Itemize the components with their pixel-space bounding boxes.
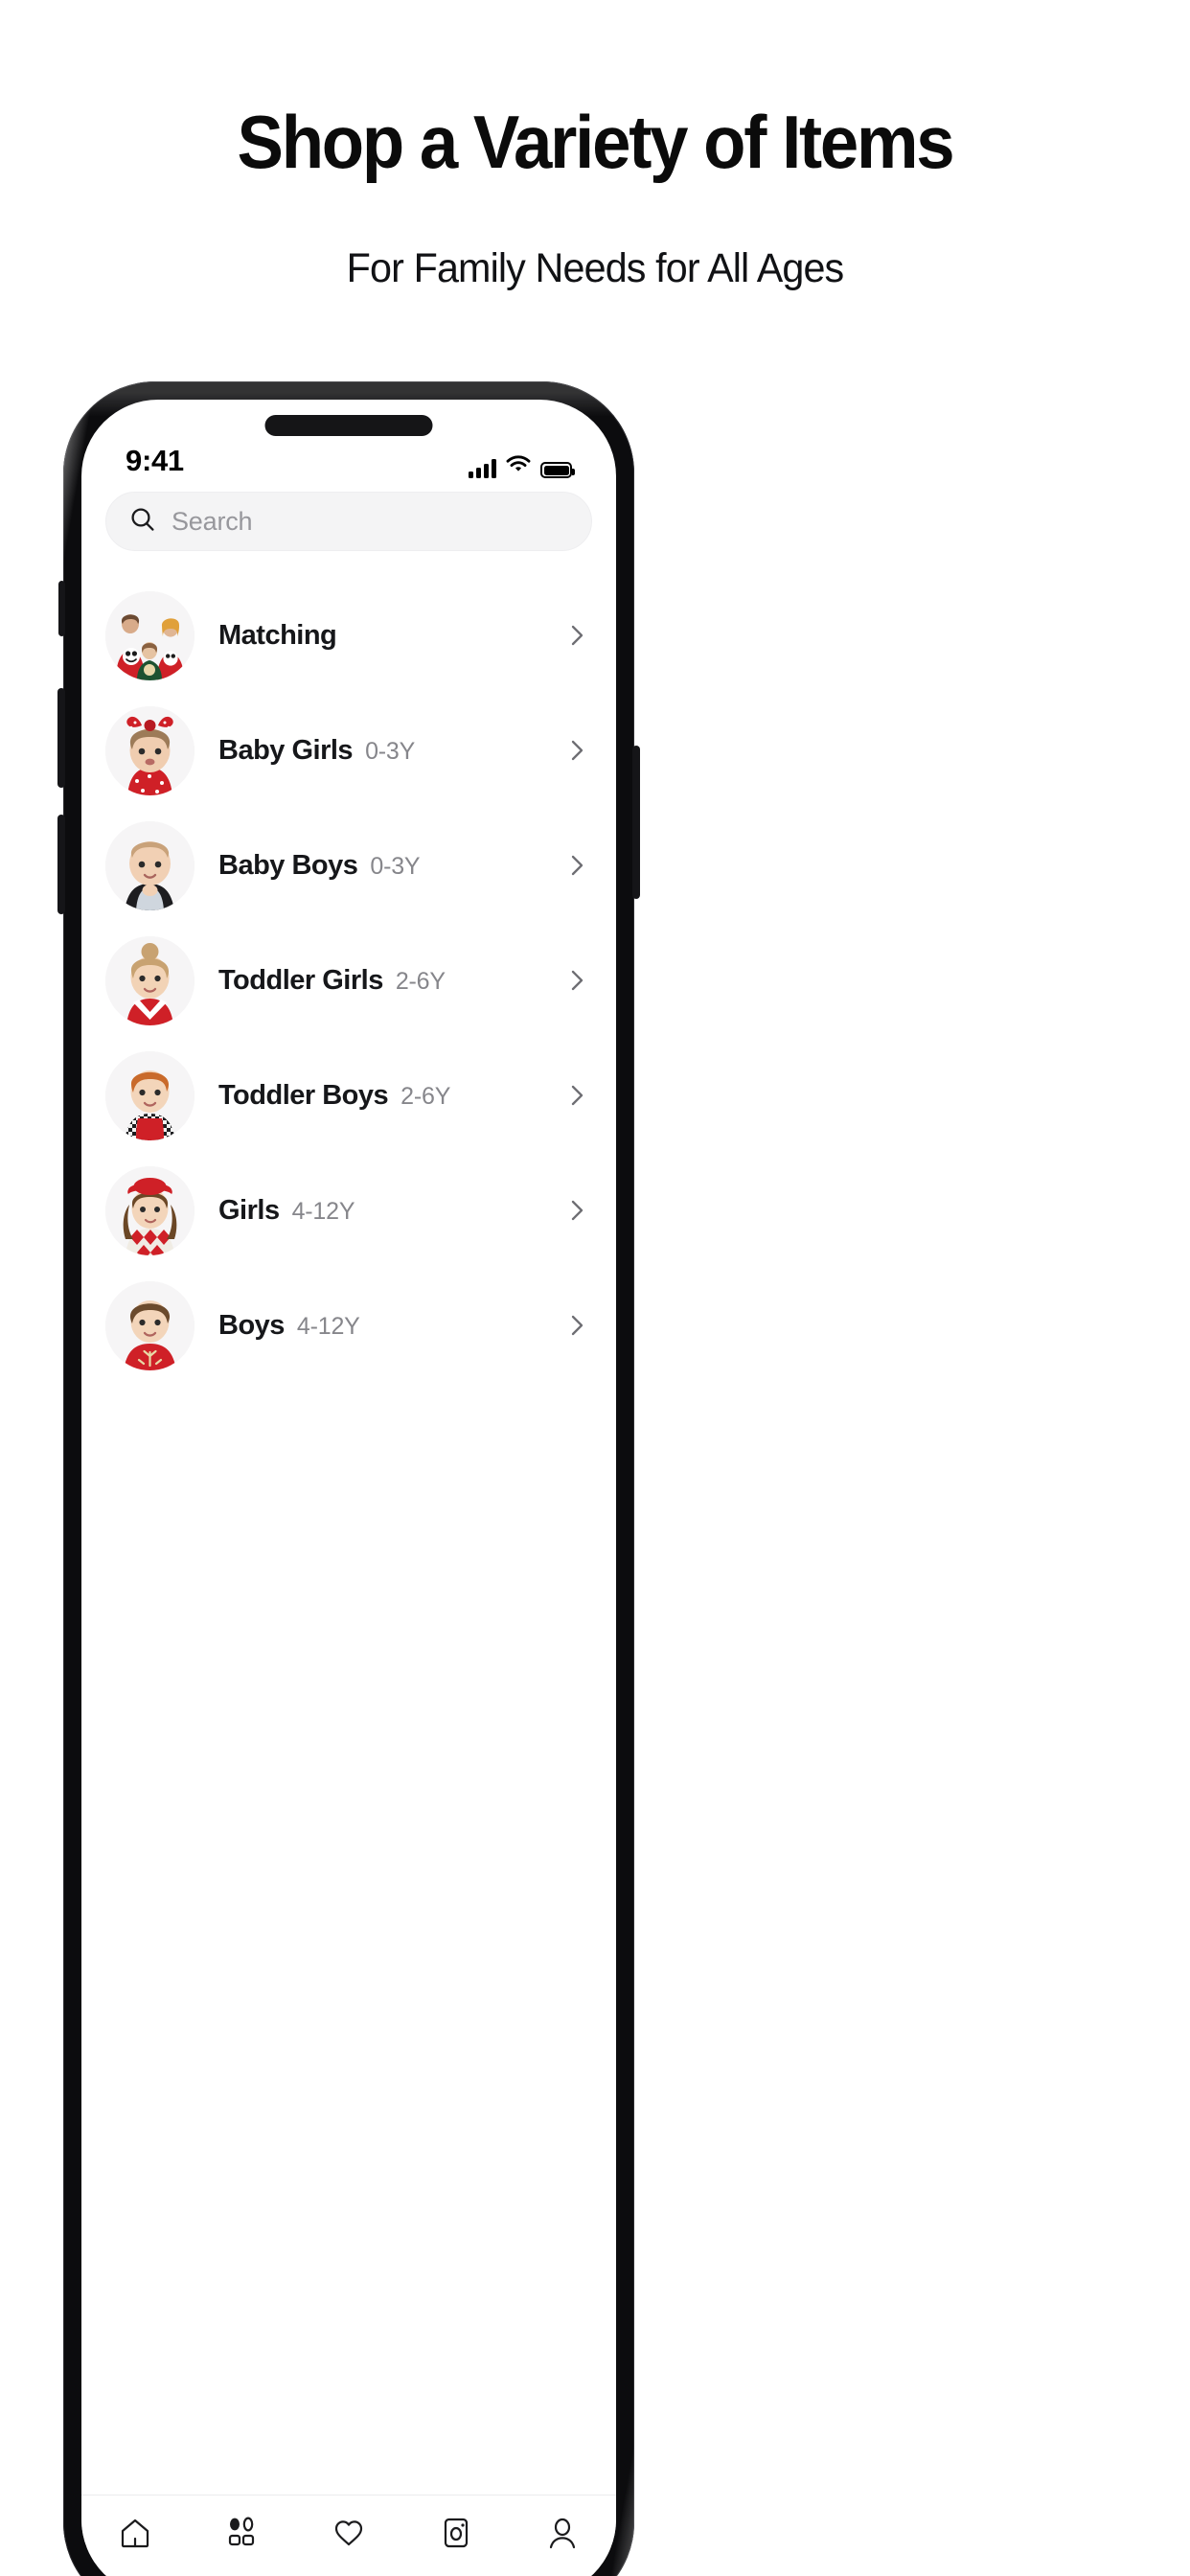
chevron-right-icon[interactable] <box>564 853 589 878</box>
camera-icon <box>444 2518 468 2548</box>
list-item-text: Toddler Boys 2-6Y <box>195 1080 564 1112</box>
list-item-text: Baby Boys 0-3Y <box>195 850 564 882</box>
list-item-age: 4-12Y <box>296 1312 360 1340</box>
status-icon-group <box>469 454 575 478</box>
categories-grid-icon <box>229 2517 255 2546</box>
device-notch <box>264 415 433 436</box>
heart-icon <box>334 2520 363 2546</box>
search-section: Search <box>81 492 616 551</box>
list-item-text: Toddler Girls 2-6Y <box>195 965 564 997</box>
list-item[interactable]: Toddler Girls 2-6Y <box>81 923 616 1038</box>
list-item-text: Girls 4-12Y <box>195 1195 564 1227</box>
list-item[interactable]: Girls 4-12Y <box>81 1153 616 1268</box>
list-item[interactable]: Matching <box>81 578 616 693</box>
tab-categories[interactable] <box>212 2517 271 2547</box>
list-item-text: Baby Girls 0-3Y <box>195 735 564 767</box>
list-item-title: Girls <box>218 1194 280 1226</box>
list-item-title: Baby Boys <box>218 849 358 881</box>
power-button[interactable] <box>632 746 640 899</box>
category-list: Matching Baby Girls 0-3Y Baby Boys 0-3Y … <box>81 578 616 1383</box>
status-clock: 9:41 <box>126 444 184 477</box>
list-item-age: 2-6Y <box>395 967 446 995</box>
home-icon <box>121 2518 149 2548</box>
chevron-right-icon[interactable] <box>564 968 589 993</box>
boy-photo <box>105 1280 195 1370</box>
volume-down-button[interactable] <box>57 815 65 914</box>
chevron-right-icon[interactable] <box>564 738 589 763</box>
list-item-title: Baby Girls <box>218 734 354 766</box>
list-item-text: Boys 4-12Y <box>195 1310 564 1342</box>
bottom-tab-bar <box>81 2495 616 2576</box>
tab-profile[interactable] <box>533 2517 592 2549</box>
list-item[interactable]: Baby Girls 0-3Y <box>81 693 616 808</box>
search-input[interactable]: Search <box>105 492 592 551</box>
profile-icon <box>550 2518 576 2549</box>
list-item-age: 2-6Y <box>400 1082 451 1110</box>
family-matching-photo <box>105 590 195 680</box>
page-subtitle: For Family Needs for All Ages <box>346 245 845 291</box>
list-item-title: Toddler Girls <box>218 964 383 996</box>
list-item-text: Matching <box>195 620 564 652</box>
girl-photo <box>105 1165 195 1255</box>
cellular-signal-icon <box>469 459 496 478</box>
chevron-right-icon[interactable] <box>564 1313 589 1338</box>
status-bar: 9:41 <box>81 400 616 492</box>
list-item[interactable]: Toddler Boys 2-6Y <box>81 1038 616 1153</box>
list-item-title: Matching <box>218 619 337 651</box>
list-item[interactable]: Boys 4-12Y <box>81 1268 616 1383</box>
phone-screen: 9:41 Search Matching Baby Girls 0-3Y Bab… <box>81 400 616 2576</box>
baby-girl-photo <box>105 705 195 795</box>
promo-page: Shop a Variety of Items For Family Needs… <box>0 0 1190 2576</box>
list-item-title: Toddler Boys <box>218 1079 389 1111</box>
search-placeholder: Search <box>172 506 253 536</box>
chevron-right-icon[interactable] <box>564 623 589 648</box>
list-item[interactable]: Baby Boys 0-3Y <box>81 808 616 923</box>
chevron-right-icon[interactable] <box>564 1083 589 1108</box>
volume-up-button[interactable] <box>57 688 65 788</box>
phone-mockup: 9:41 Search Matching Baby Girls 0-3Y Bab… <box>57 381 640 2576</box>
baby-boy-photo <box>105 820 195 910</box>
list-item-title: Boys <box>218 1309 285 1341</box>
list-item-age: 0-3Y <box>370 852 421 880</box>
list-item-age: 4-12Y <box>291 1197 355 1225</box>
page-title: Shop a Variety of Items <box>237 100 955 184</box>
tab-home[interactable] <box>105 2517 165 2549</box>
chevron-right-icon[interactable] <box>564 1198 589 1223</box>
toddler-boy-photo <box>105 1050 195 1140</box>
wifi-icon <box>506 454 531 478</box>
tab-camera[interactable] <box>426 2517 486 2549</box>
tab-wishlist[interactable] <box>319 2517 378 2549</box>
toddler-girl-photo <box>105 935 195 1025</box>
search-icon <box>129 506 156 538</box>
list-item-age: 0-3Y <box>365 737 416 765</box>
battery-icon <box>540 462 575 478</box>
mute-switch[interactable] <box>58 581 65 636</box>
